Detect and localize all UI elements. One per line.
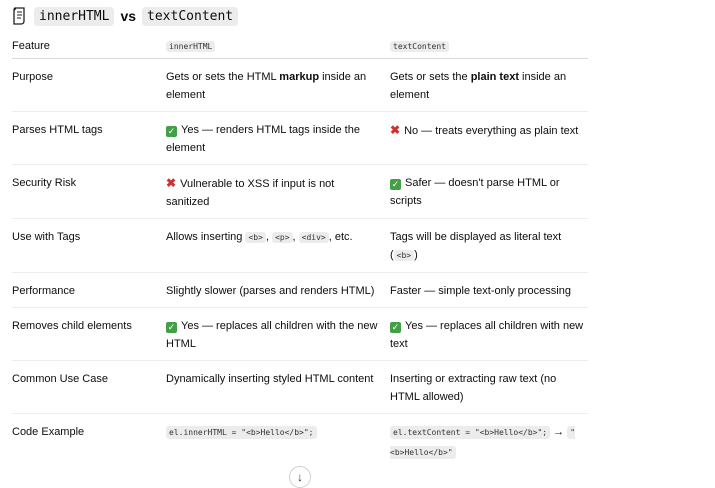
feature-cell: Performance — [12, 285, 75, 297]
check-mark-icon: ✓ — [166, 322, 177, 333]
check-mark-icon: ✓ — [166, 126, 177, 137]
code-example: el.innerHTML = "<b>Hello</b>"; — [166, 426, 317, 439]
feature-cell: Parses HTML tags — [12, 124, 103, 136]
comparison-table: Feature innerHTML textContent Purpose Ge… — [12, 34, 588, 470]
innerhtml-cell: Gets or sets the HTML markup inside an e… — [166, 59, 390, 112]
cross-mark-icon: ✖ — [390, 123, 401, 137]
innerhtml-cell: Dynamically inserting styled HTML conten… — [166, 373, 374, 385]
innerhtml-cell: Slightly slower (parses and renders HTML… — [166, 285, 375, 297]
table-row: Security Risk ✖ Vulnerable to XSS if inpu… — [12, 165, 588, 219]
cell-text: Gets or sets the — [390, 71, 471, 83]
cell-text: Vulnerable to XSS if input is not saniti… — [166, 178, 335, 208]
check-mark-icon: ✓ — [390, 179, 401, 190]
cell-text: No — treats everything as plain text — [404, 125, 579, 137]
header-innerhtml-code: innerHTML — [166, 41, 216, 52]
header-textcontent: textContent — [390, 34, 588, 59]
header-feature: Feature — [12, 34, 166, 59]
textcontent-cell: Tags will be displayed as literal text (… — [390, 219, 588, 273]
cell-text: , etc. — [328, 231, 353, 243]
header-textcontent-code: textContent — [390, 41, 449, 52]
cell-text: Gets or sets the HTML — [166, 71, 280, 83]
cell-text: ) — [414, 249, 418, 261]
arrow-down-icon: ↓ — [297, 470, 303, 484]
textcontent-cell: ✓ Yes — replaces all children with new te… — [390, 308, 588, 361]
table-row: Performance Slightly slower (parses and … — [12, 273, 588, 308]
textcontent-cell: ✓ Safer — doesn't parse HTML or scripts — [390, 165, 588, 219]
textcontent-cell: ✖ No — treats everything as plain text — [390, 112, 588, 165]
document-icon — [13, 7, 25, 25]
feature-cell: Common Use Case — [12, 373, 108, 385]
table-row: Use with Tags Allows inserting <b>, <p>,… — [12, 219, 588, 273]
table-header-row: Feature innerHTML textContent — [12, 34, 588, 59]
textcontent-cell: Gets or sets the plain text inside an el… — [390, 59, 588, 112]
cell-text: Yes — replaces all children with new tex… — [390, 320, 584, 350]
arrow-text: → — [550, 426, 568, 438]
header-innerhtml: innerHTML — [166, 34, 390, 59]
cell-text: Safer — doesn't parse HTML or scripts — [390, 177, 560, 207]
innerhtml-cell: ✓ Yes — replaces all children with the ne… — [166, 308, 390, 361]
innerhtml-cell: ✖ Vulnerable to XSS if input is not sanit… — [166, 165, 390, 219]
textcontent-cell: Faster — simple text-only processing — [390, 285, 571, 297]
title-innerhtml: innerHTML — [34, 6, 115, 26]
feature-cell: Purpose — [12, 71, 53, 83]
title-textcontent: textContent — [142, 6, 239, 26]
feature-cell: Code Example — [12, 426, 85, 438]
title-vs: vs — [120, 8, 137, 24]
cell-text: Allows inserting — [166, 231, 246, 243]
table-row: Removes child elements ✓ Yes — replaces a… — [12, 308, 588, 361]
cell-text: , — [292, 231, 299, 243]
scroll-down-button[interactable]: ↓ — [289, 466, 311, 488]
cross-mark-icon: ✖ — [166, 176, 177, 190]
table-row: Parses HTML tags ✓ Yes — renders HTML tag… — [12, 112, 588, 165]
inline-code: <b> — [245, 232, 266, 243]
textcontent-cell: Inserting or extracting raw text (no HTM… — [390, 373, 557, 403]
innerhtml-cell: ✓ Yes — renders HTML tags inside the elem… — [166, 112, 390, 165]
cell-text: Yes — renders HTML tags inside the eleme… — [166, 124, 360, 154]
cell-bold-text: markup — [279, 71, 320, 83]
table-row: Common Use Case Dynamically inserting st… — [12, 361, 588, 414]
innerhtml-cell: el.innerHTML = "<b>Hello</b>"; — [166, 414, 390, 471]
feature-cell: Removes child elements — [12, 320, 132, 332]
innerhtml-cell: Allows inserting <b>, <p>, <div>, etc. — [166, 219, 390, 273]
cell-text: Yes — replaces all children with the new… — [166, 320, 378, 350]
inline-code: <div> — [298, 232, 329, 243]
textcontent-cell: el.textContent = "<b>Hello</b>"; → "<b>H… — [390, 414, 588, 471]
table-row: Code Example el.innerHTML = "<b>Hello</b… — [12, 414, 588, 471]
feature-cell: Security Risk — [12, 177, 77, 189]
code-example: el.textContent = "<b>Hello</b>"; — [390, 426, 551, 439]
cell-bold-text: plain text — [470, 71, 519, 83]
table-row: Purpose Gets or sets the HTML markup ins… — [12, 59, 588, 112]
check-mark-icon: ✓ — [390, 322, 401, 333]
section-heading: innerHTML vs textContent — [12, 6, 239, 26]
inline-code: <p> — [272, 232, 293, 243]
feature-cell: Use with Tags — [12, 231, 81, 243]
inline-code: <b> — [393, 250, 415, 261]
